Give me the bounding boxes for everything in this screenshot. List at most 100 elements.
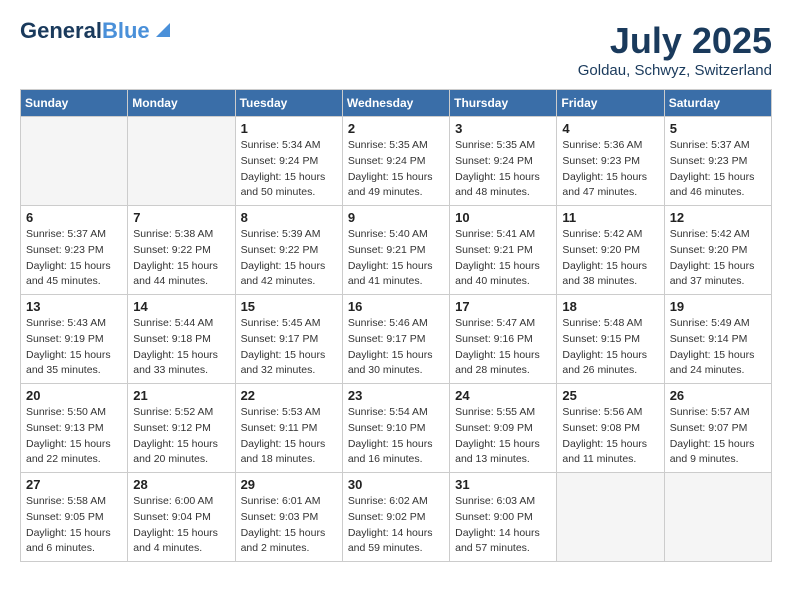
day-info: Sunrise: 5:38 AM Sunset: 9:22 PM Dayligh…: [133, 227, 229, 290]
day-info: Sunrise: 5:57 AM Sunset: 9:07 PM Dayligh…: [670, 405, 766, 468]
calendar-cell: 11 Sunrise: 5:42 AM Sunset: 9:20 PM Dayli…: [557, 206, 664, 295]
day-info: Sunrise: 5:35 AM Sunset: 9:24 PM Dayligh…: [455, 138, 551, 201]
calendar-cell: 2 Sunrise: 5:35 AM Sunset: 9:24 PM Daylig…: [342, 117, 449, 206]
day-info: Sunrise: 5:37 AM Sunset: 9:23 PM Dayligh…: [26, 227, 122, 290]
day-info: Sunrise: 5:52 AM Sunset: 9:12 PM Dayligh…: [133, 405, 229, 468]
day-number: 12: [670, 210, 766, 225]
calendar-cell: 27 Sunrise: 5:58 AM Sunset: 9:05 PM Dayli…: [21, 473, 128, 562]
calendar-cell: 31 Sunrise: 6:03 AM Sunset: 9:00 PM Dayli…: [450, 473, 557, 562]
day-info: Sunrise: 6:02 AM Sunset: 9:02 PM Dayligh…: [348, 494, 444, 557]
calendar-cell: 7 Sunrise: 5:38 AM Sunset: 9:22 PM Daylig…: [128, 206, 235, 295]
day-number: 4: [562, 121, 658, 136]
day-info: Sunrise: 5:54 AM Sunset: 9:10 PM Dayligh…: [348, 405, 444, 468]
day-number: 21: [133, 388, 229, 403]
day-number: 3: [455, 121, 551, 136]
day-number: 15: [241, 299, 337, 314]
calendar-cell: 3 Sunrise: 5:35 AM Sunset: 9:24 PM Daylig…: [450, 117, 557, 206]
day-number: 7: [133, 210, 229, 225]
weekday-header: Sunday: [21, 90, 128, 117]
calendar-cell: 16 Sunrise: 5:46 AM Sunset: 9:17 PM Dayli…: [342, 295, 449, 384]
calendar-cell: 9Sunrise: 5:40 AM Sunset: 9:21 PM Daylig…: [342, 206, 449, 295]
day-info: Sunrise: 5:42 AM Sunset: 9:20 PM Dayligh…: [562, 227, 658, 290]
weekday-header: Friday: [557, 90, 664, 117]
day-info: Sunrise: 5:40 AM Sunset: 9:21 PM Dayligh…: [348, 227, 444, 290]
day-number: 11: [562, 210, 658, 225]
day-number: 24: [455, 388, 551, 403]
day-number: 16: [348, 299, 444, 314]
calendar-cell: 13Sunrise: 5:43 AM Sunset: 9:19 PM Dayli…: [21, 295, 128, 384]
day-info: Sunrise: 5:34 AM Sunset: 9:24 PM Dayligh…: [241, 138, 337, 201]
day-number: 1: [241, 121, 337, 136]
day-number: 26: [670, 388, 766, 403]
weekday-header: Wednesday: [342, 90, 449, 117]
day-number: 8: [241, 210, 337, 225]
day-info: Sunrise: 5:47 AM Sunset: 9:16 PM Dayligh…: [455, 316, 551, 379]
calendar-week-row: 27 Sunrise: 5:58 AM Sunset: 9:05 PM Dayli…: [21, 473, 772, 562]
calendar-cell: 28 Sunrise: 6:00 AM Sunset: 9:04 PM Dayli…: [128, 473, 235, 562]
day-info: Sunrise: 5:44 AM Sunset: 9:18 PM Dayligh…: [133, 316, 229, 379]
calendar-cell: 29 Sunrise: 6:01 AM Sunset: 9:03 PM Dayli…: [235, 473, 342, 562]
calendar-cell: 6Sunrise: 5:37 AM Sunset: 9:23 PM Daylig…: [21, 206, 128, 295]
calendar-cell: 10 Sunrise: 5:41 AM Sunset: 9:21 PM Dayli…: [450, 206, 557, 295]
month-title: July 2025: [578, 20, 772, 62]
calendar-cell: 21 Sunrise: 5:52 AM Sunset: 9:12 PM Dayli…: [128, 384, 235, 473]
calendar-week-row: 1 Sunrise: 5:34 AM Sunset: 9:24 PM Daylig…: [21, 117, 772, 206]
day-info: Sunrise: 5:53 AM Sunset: 9:11 PM Dayligh…: [241, 405, 337, 468]
calendar-cell: 15Sunrise: 5:45 AM Sunset: 9:17 PM Dayli…: [235, 295, 342, 384]
day-number: 22: [241, 388, 337, 403]
day-info: Sunrise: 5:56 AM Sunset: 9:08 PM Dayligh…: [562, 405, 658, 468]
day-number: 29: [241, 477, 337, 492]
day-info: Sunrise: 5:37 AM Sunset: 9:23 PM Dayligh…: [670, 138, 766, 201]
calendar-cell: 5 Sunrise: 5:37 AM Sunset: 9:23 PM Daylig…: [664, 117, 771, 206]
calendar-cell: 25Sunrise: 5:56 AM Sunset: 9:08 PM Dayli…: [557, 384, 664, 473]
title-block: July 2025 Goldau, Schwyz, Switzerland: [578, 20, 772, 79]
day-info: Sunrise: 6:00 AM Sunset: 9:04 PM Dayligh…: [133, 494, 229, 557]
day-number: 18: [562, 299, 658, 314]
day-info: Sunrise: 5:35 AM Sunset: 9:24 PM Dayligh…: [348, 138, 444, 201]
day-number: 2: [348, 121, 444, 136]
calendar-cell: [557, 473, 664, 562]
calendar-table: SundayMondayTuesdayWednesdayThursdayFrid…: [20, 89, 772, 562]
day-number: 19: [670, 299, 766, 314]
calendar-cell: [21, 117, 128, 206]
calendar-cell: 26 Sunrise: 5:57 AM Sunset: 9:07 PM Dayli…: [664, 384, 771, 473]
day-info: Sunrise: 5:41 AM Sunset: 9:21 PM Dayligh…: [455, 227, 551, 290]
day-number: 10: [455, 210, 551, 225]
calendar-cell: [128, 117, 235, 206]
calendar-cell: 1 Sunrise: 5:34 AM Sunset: 9:24 PM Daylig…: [235, 117, 342, 206]
day-number: 14: [133, 299, 229, 314]
calendar-cell: 17 Sunrise: 5:47 AM Sunset: 9:16 PM Dayli…: [450, 295, 557, 384]
calendar-week-row: 6Sunrise: 5:37 AM Sunset: 9:23 PM Daylig…: [21, 206, 772, 295]
day-info: Sunrise: 6:01 AM Sunset: 9:03 PM Dayligh…: [241, 494, 337, 557]
day-info: Sunrise: 5:42 AM Sunset: 9:20 PM Dayligh…: [670, 227, 766, 290]
day-number: 17: [455, 299, 551, 314]
day-info: Sunrise: 6:03 AM Sunset: 9:00 PM Dayligh…: [455, 494, 551, 557]
day-info: Sunrise: 5:49 AM Sunset: 9:14 PM Dayligh…: [670, 316, 766, 379]
calendar-cell: 8Sunrise: 5:39 AM Sunset: 9:22 PM Daylig…: [235, 206, 342, 295]
weekday-header: Saturday: [664, 90, 771, 117]
logo: GeneralBlue: [20, 20, 170, 42]
day-info: Sunrise: 5:48 AM Sunset: 9:15 PM Dayligh…: [562, 316, 658, 379]
day-number: 30: [348, 477, 444, 492]
day-number: 28: [133, 477, 229, 492]
calendar-cell: 24Sunrise: 5:55 AM Sunset: 9:09 PM Dayli…: [450, 384, 557, 473]
day-number: 20: [26, 388, 122, 403]
calendar-cell: 20 Sunrise: 5:50 AM Sunset: 9:13 PM Dayli…: [21, 384, 128, 473]
day-number: 5: [670, 121, 766, 136]
logo-text: GeneralBlue: [20, 20, 150, 42]
day-info: Sunrise: 5:50 AM Sunset: 9:13 PM Dayligh…: [26, 405, 122, 468]
calendar-cell: [664, 473, 771, 562]
weekday-header: Monday: [128, 90, 235, 117]
day-number: 31: [455, 477, 551, 492]
day-info: Sunrise: 5:58 AM Sunset: 9:05 PM Dayligh…: [26, 494, 122, 557]
calendar-cell: 14 Sunrise: 5:44 AM Sunset: 9:18 PM Dayli…: [128, 295, 235, 384]
page-header: GeneralBlue July 2025 Goldau, Schwyz, Sw…: [20, 20, 772, 79]
weekday-header-row: SundayMondayTuesdayWednesdayThursdayFrid…: [21, 90, 772, 117]
day-info: Sunrise: 5:36 AM Sunset: 9:23 PM Dayligh…: [562, 138, 658, 201]
calendar-week-row: 13Sunrise: 5:43 AM Sunset: 9:19 PM Dayli…: [21, 295, 772, 384]
logo-icon: [152, 21, 170, 39]
day-info: Sunrise: 5:46 AM Sunset: 9:17 PM Dayligh…: [348, 316, 444, 379]
calendar-cell: 19 Sunrise: 5:49 AM Sunset: 9:14 PM Dayli…: [664, 295, 771, 384]
calendar-cell: 12 Sunrise: 5:42 AM Sunset: 9:20 PM Dayli…: [664, 206, 771, 295]
day-number: 27: [26, 477, 122, 492]
